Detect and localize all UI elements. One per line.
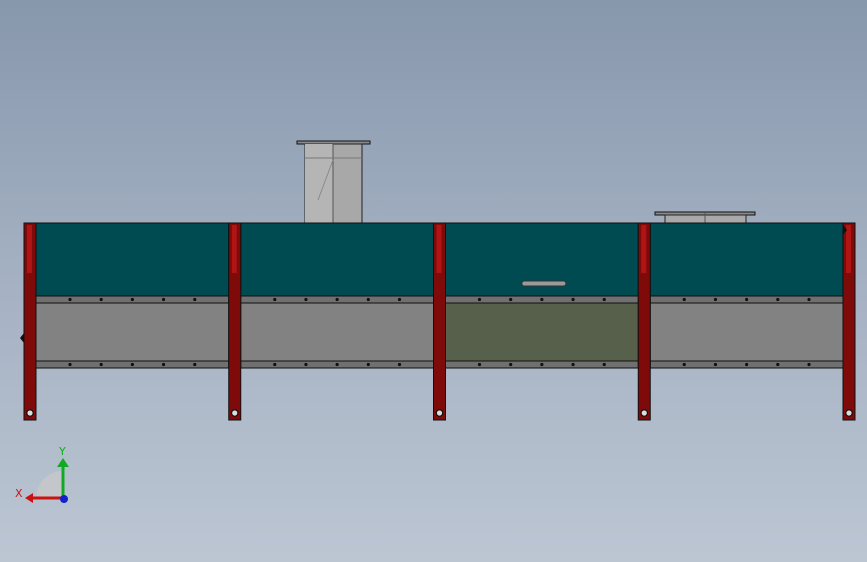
post-highlight <box>436 225 442 273</box>
fastener <box>397 297 402 302</box>
fastener <box>540 297 544 302</box>
fastener <box>161 362 166 367</box>
fastener <box>273 362 277 367</box>
fastener <box>397 362 402 367</box>
support-post-3 <box>433 222 446 421</box>
x-axis-arrowhead <box>25 493 33 503</box>
fastener <box>602 297 606 302</box>
x-axis-label: X <box>15 487 23 500</box>
fastener <box>745 362 749 367</box>
leveling-foot <box>845 409 853 417</box>
fastener <box>571 362 575 367</box>
leveling-foot <box>26 409 34 417</box>
fastener <box>509 297 513 302</box>
triad-plane <box>36 471 63 498</box>
intake-vent[interactable] <box>654 211 756 224</box>
post-highlight <box>846 225 851 273</box>
fastener <box>602 362 606 367</box>
upper-panel <box>649 222 844 297</box>
fastener <box>713 362 718 367</box>
exhaust-duct[interactable] <box>296 140 371 224</box>
fastener <box>776 297 780 302</box>
z-axis-dot <box>60 495 68 503</box>
fastener <box>130 297 134 302</box>
side-tab-left <box>20 333 24 343</box>
fastener <box>807 362 811 367</box>
fastener <box>745 297 749 302</box>
fastener <box>366 362 370 367</box>
cabinet-section-1[interactable] <box>35 222 230 369</box>
support-post-2 <box>228 222 242 421</box>
fastener <box>68 362 72 367</box>
fastener <box>193 297 197 302</box>
support-post-4 <box>637 222 651 421</box>
fastener <box>366 297 370 302</box>
fastener <box>68 297 72 302</box>
fastener <box>193 362 197 367</box>
lower-panel <box>35 302 230 362</box>
support-post-5 <box>842 222 856 421</box>
leveling-foot <box>435 409 444 417</box>
fastener <box>161 297 166 302</box>
model-scene[interactable]: Y X <box>0 0 867 562</box>
cabinet-section-2[interactable] <box>240 222 434 369</box>
lower-panel <box>445 302 639 362</box>
graphics-viewport[interactable]: Y X <box>0 0 867 562</box>
lower-panel <box>649 302 844 362</box>
fastener <box>776 362 780 367</box>
cabinet-section-4[interactable] <box>649 222 844 369</box>
fastener <box>99 362 103 367</box>
upper-panel <box>240 222 434 297</box>
fastener <box>713 297 718 302</box>
fastener <box>509 362 513 367</box>
fastener <box>304 297 308 302</box>
fastener <box>540 362 544 367</box>
post-highlight <box>231 225 237 273</box>
fastener <box>335 362 339 367</box>
leveling-foot <box>640 409 649 417</box>
leveling-foot <box>230 409 239 417</box>
fastener <box>335 297 339 302</box>
fastener <box>682 362 686 367</box>
fastener <box>273 297 277 302</box>
y-axis-arrowhead <box>57 458 69 467</box>
post-highlight <box>27 225 32 273</box>
fastener <box>304 362 308 367</box>
fastener <box>477 297 482 302</box>
upper-panel <box>35 222 230 297</box>
post-highlight <box>641 225 647 273</box>
support-post-1 <box>23 222 37 421</box>
y-axis-label: Y <box>58 445 66 458</box>
lower-panel <box>240 302 434 362</box>
fastener <box>130 362 134 367</box>
coordinate-triad: Y X <box>15 445 69 503</box>
door-handle[interactable] <box>521 280 567 287</box>
fastener <box>99 297 103 302</box>
fastener <box>477 362 482 367</box>
cabinet-section-3[interactable] <box>445 222 639 369</box>
fastener <box>807 297 811 302</box>
fastener <box>571 297 575 302</box>
fastener <box>682 297 686 302</box>
